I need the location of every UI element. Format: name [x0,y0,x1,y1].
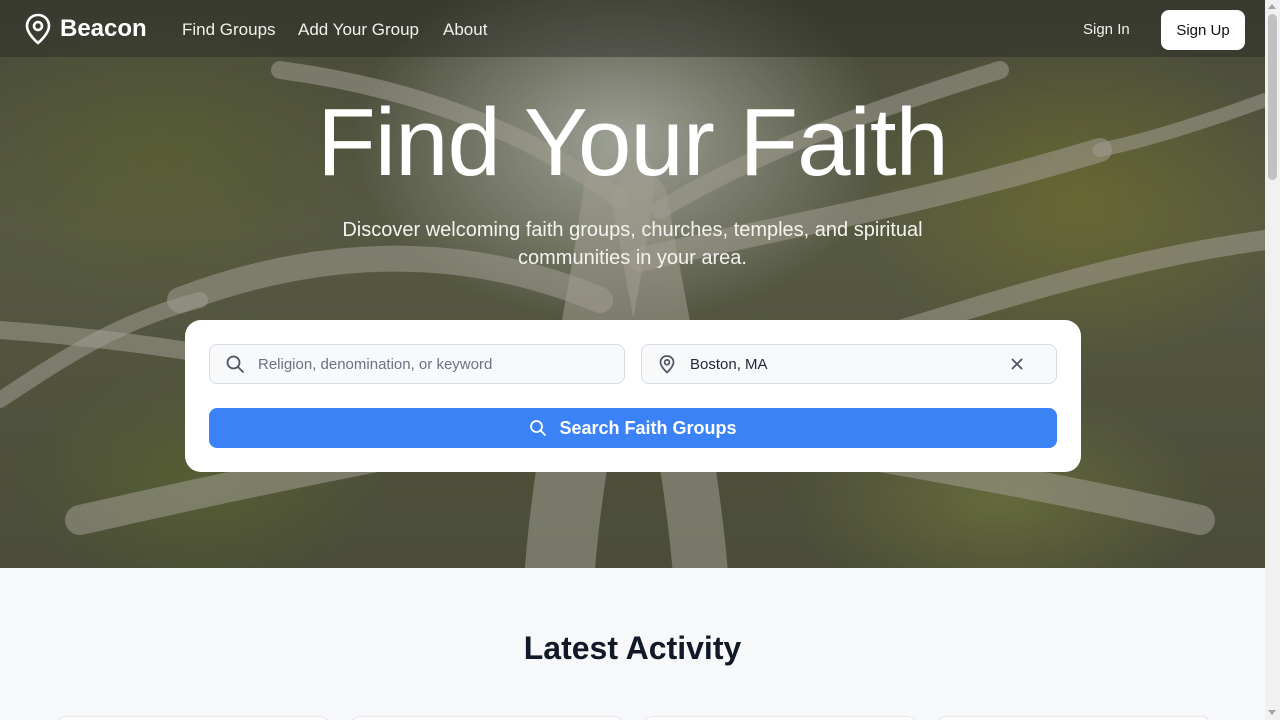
search-icon [226,355,244,373]
top-nav: Beacon Find Groups Add Your Group About … [0,0,1265,57]
activity-card[interactable] [643,716,917,720]
scroll-up-arrow-icon[interactable] [1268,4,1276,9]
nav-link-find-groups[interactable]: Find Groups [182,20,276,40]
keyword-search-input[interactable] [258,345,558,383]
hero-overlay [0,0,1265,568]
scroll-down-arrow-icon[interactable] [1268,710,1276,715]
scrollbar-thumb[interactable] [1268,14,1277,180]
hero-section: Beacon Find Groups Add Your Group About … [0,0,1265,568]
activity-card[interactable] [937,716,1211,720]
search-button-label: Search Faith Groups [559,417,737,438]
activity-card[interactable] [350,716,624,720]
page: Beacon Find Groups Add Your Group About … [0,0,1265,720]
brand-name: Beacon [60,15,147,42]
sign-in-link[interactable]: Sign In [1083,21,1130,38]
nav-link-about[interactable]: About [443,20,487,40]
hero-subtitle: Discover welcoming faith groups, churche… [342,219,923,269]
keyword-field [209,344,625,384]
search-faith-groups-button[interactable]: Search Faith Groups [209,408,1057,448]
search-icon [530,420,547,436]
vertical-scrollbar[interactable] [1265,0,1280,720]
search-card: Search Faith Groups [185,320,1081,472]
location-field [641,344,1057,384]
location-input[interactable] [690,345,990,383]
clear-location-icon[interactable] [1010,357,1024,371]
nav-link-add-your-group[interactable]: Add Your Group [298,20,419,40]
sign-up-button[interactable]: Sign Up [1161,10,1245,50]
location-pin-icon [659,355,675,374]
brand-logo[interactable]: Beacon [24,13,147,45]
hero-title: Find Your Faith [317,89,949,196]
latest-activity-heading: Latest Activity [523,630,742,666]
map-pin-icon [25,13,51,45]
activity-card[interactable] [56,716,330,720]
